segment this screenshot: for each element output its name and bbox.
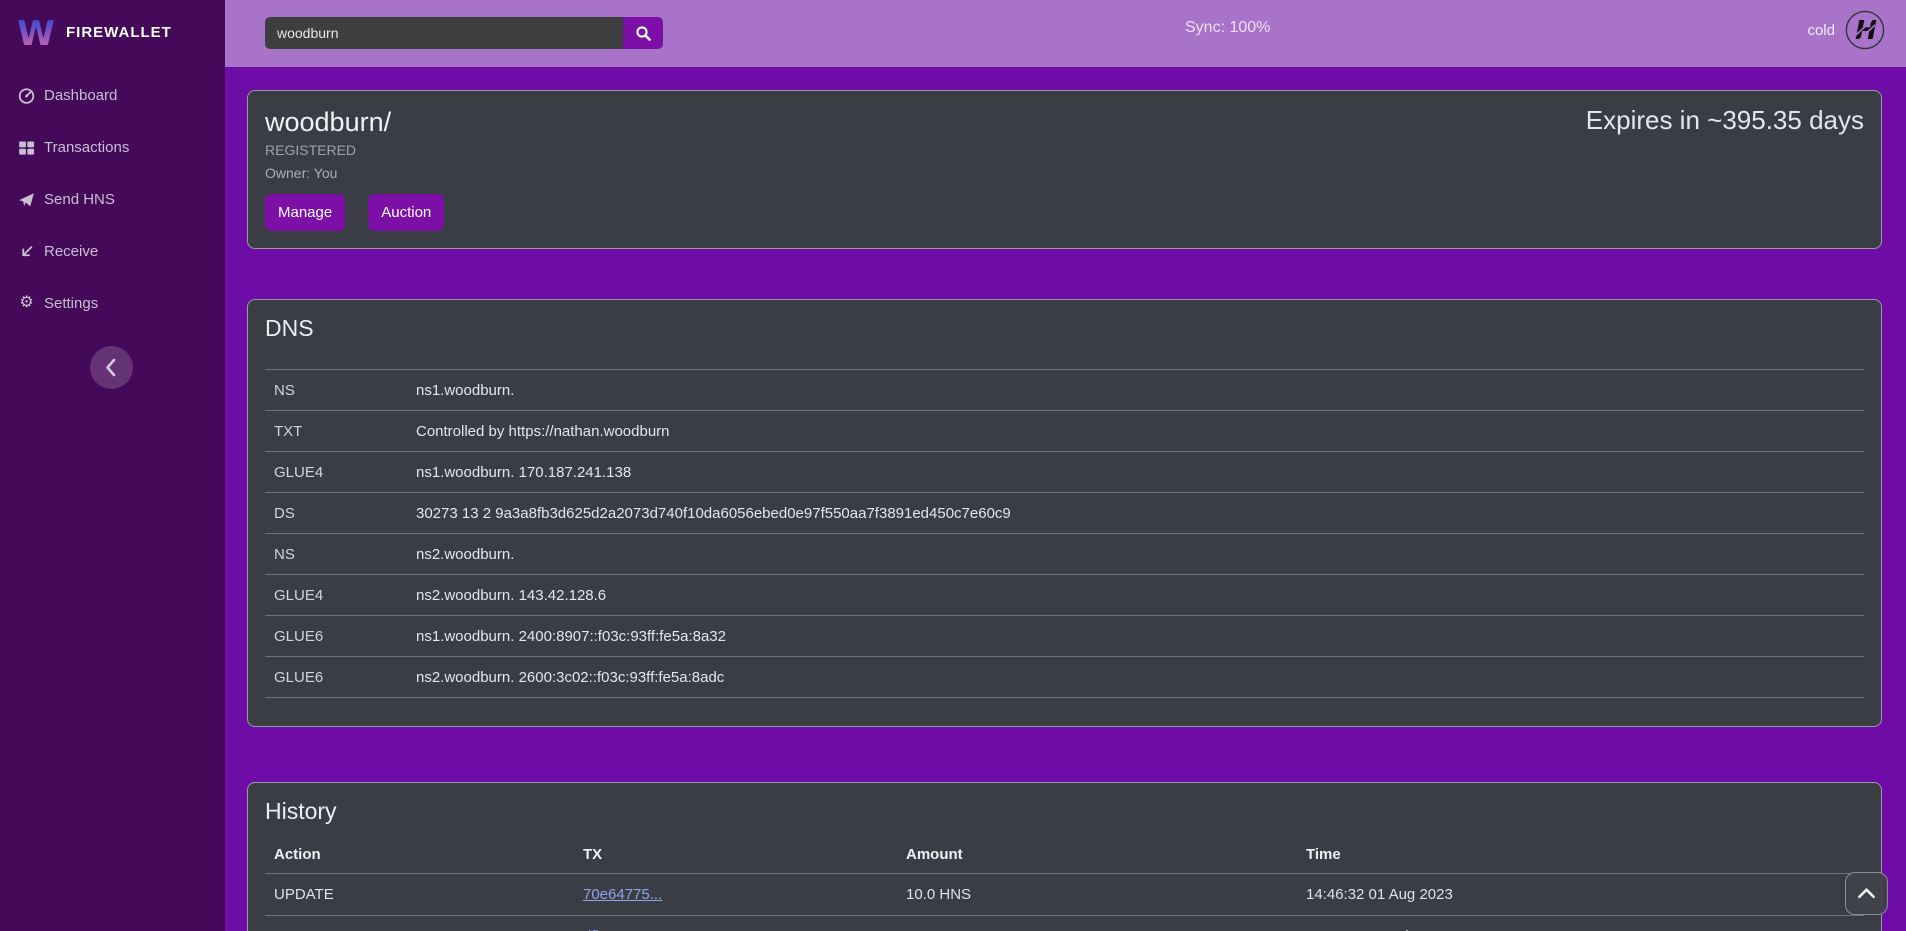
dns-record-value: ns1.woodburn. [416, 382, 1864, 399]
dns-record-row: DS 30273 13 2 9a3a8fb3d625d2a2073d740f10… [265, 492, 1864, 533]
dns-record-type: GLUE6 [274, 669, 416, 686]
dns-title: DNS [265, 314, 1881, 342]
paper-plane-icon [18, 191, 35, 208]
sidebar-item-dashboard[interactable]: Dashboard [0, 69, 225, 121]
history-table: Action TX Amount Time UPDATE 70e64775...… [265, 835, 1864, 931]
receive-arrow-icon [18, 243, 35, 260]
history-row: UPDATE 70e64775... 10.0 HNS 14:46:32 01 … [265, 874, 1864, 916]
svg-text:W: W [17, 14, 55, 51]
dns-record-value: ns2.woodburn. [416, 546, 1864, 563]
sidebar-item-receive[interactable]: Receive [0, 225, 225, 277]
history-header-row: Action TX Amount Time [265, 835, 1864, 874]
dns-record-value: ns2.woodburn. 143.42.128.6 [416, 587, 1864, 604]
history-card: History Action TX Amount Time UPDATE 70e… [247, 782, 1882, 931]
sidebar-item-label: Send HNS [44, 191, 115, 208]
sidebar-item-label: Dashboard [44, 87, 117, 104]
dns-record-value: Controlled by https://nathan.woodburn [416, 423, 1864, 440]
history-action: UPDATE [274, 886, 583, 903]
table-icon [18, 139, 35, 156]
search-button[interactable] [623, 17, 663, 49]
sidebar-item-transactions[interactable]: Transactions [0, 121, 225, 173]
history-col-action: Action [274, 846, 583, 863]
app-window: W FIREWALLET Dashboard Transactions [0, 0, 1906, 931]
sidebar: W FIREWALLET Dashboard Transactions [0, 0, 225, 931]
domain-actions: Manage Auction [265, 194, 1864, 231]
auction-button[interactable]: Auction [368, 194, 444, 231]
sync-status: Sync: 100% [1185, 0, 1270, 56]
dns-record-value: ns1.woodburn. 170.187.241.138 [416, 464, 1864, 481]
search-bar [265, 17, 663, 49]
chevron-up-icon [1846, 872, 1887, 915]
sidebar-nav: Dashboard Transactions Send HNS Receive [0, 69, 225, 329]
dns-card: DNS NS ns1.woodburn. TXT Controlled by h… [247, 299, 1882, 727]
domain-owner: Owner: You [265, 165, 1864, 181]
history-col-amount: Amount [906, 846, 1306, 863]
dns-record-type: NS [274, 382, 416, 399]
wallet-account[interactable]: cold H [1807, 0, 1885, 60]
main-content: woodburn/ REGISTERED Owner: You Manage A… [225, 67, 1906, 931]
gauge-icon [18, 87, 35, 104]
history-col-time: Time [1306, 846, 1864, 863]
scroll-to-top-button[interactable] [1845, 872, 1888, 915]
history-title: History [265, 797, 1881, 825]
manage-button[interactable]: Manage [265, 194, 345, 231]
sidebar-item-send-hns[interactable]: Send HNS [0, 173, 225, 225]
dns-record-type: NS [274, 546, 416, 563]
sidebar-collapse-button[interactable] [90, 346, 133, 389]
sidebar-item-settings[interactable]: ⚙ Settings [0, 277, 225, 329]
topbar: Sync: 100% cold H [225, 0, 1906, 67]
domain-status: REGISTERED [265, 142, 1864, 158]
dns-record-type: DS [274, 505, 416, 522]
dns-record-type: TXT [274, 423, 416, 440]
tx-link[interactable]: 70e64775... [583, 886, 662, 903]
dns-record-row: TXT Controlled by https://nathan.woodbur… [265, 410, 1864, 451]
domain-card: woodburn/ REGISTERED Owner: You Manage A… [247, 90, 1882, 249]
history-time: 14:46:32 01 Aug 2023 [1306, 886, 1864, 903]
sidebar-item-label: Transactions [44, 139, 129, 156]
search-input[interactable] [265, 17, 623, 49]
brand-name: FIREWALLET [66, 24, 172, 41]
handshake-logo-icon: H [1845, 10, 1885, 50]
dns-record-row: GLUE4 ns2.woodburn. 143.42.128.6 [265, 574, 1864, 615]
wallet-name: cold [1807, 22, 1835, 39]
firewallet-logo-icon: W [17, 13, 55, 51]
history-row: RENEW dfb4a2... 10.0 HNS 15:45:36 07 Jul… [265, 916, 1864, 931]
dns-record-value: ns1.woodburn. 2400:8907::f03c:93ff:fe5a:… [416, 628, 1864, 645]
gear-icon: ⚙ [18, 295, 35, 312]
history-col-tx: TX [583, 846, 906, 863]
search-icon [635, 25, 652, 42]
dns-record-row: GLUE4 ns1.woodburn. 170.187.241.138 [265, 451, 1864, 492]
dns-record-type: GLUE6 [274, 628, 416, 645]
dns-table: NS ns1.woodburn. TXT Controlled by https… [265, 369, 1864, 698]
dns-record-value: ns2.woodburn. 2600:3c02::f03c:93ff:fe5a:… [416, 669, 1864, 686]
dns-record-row: GLUE6 ns2.woodburn. 2600:3c02::f03c:93ff… [265, 656, 1864, 697]
sidebar-item-label: Receive [44, 243, 98, 260]
sidebar-item-label: Settings [44, 295, 98, 312]
dns-record-type: GLUE4 [274, 587, 416, 604]
dns-record-row: NS ns2.woodburn. [265, 533, 1864, 574]
dns-record-type: GLUE4 [274, 464, 416, 481]
dns-record-row: NS ns1.woodburn. [265, 369, 1864, 410]
svg-text:H: H [1855, 16, 1877, 46]
dns-record-value: 30273 13 2 9a3a8fb3d625d2a2073d740f10da6… [416, 505, 1864, 522]
history-amount: 10.0 HNS [906, 886, 1306, 903]
domain-expiry: Expires in ~395.35 days [1586, 105, 1864, 136]
dns-record-row: GLUE6 ns1.woodburn. 2400:8907::f03c:93ff… [265, 615, 1864, 656]
brand-header: W FIREWALLET [0, 0, 225, 64]
chevron-left-icon [90, 346, 133, 389]
